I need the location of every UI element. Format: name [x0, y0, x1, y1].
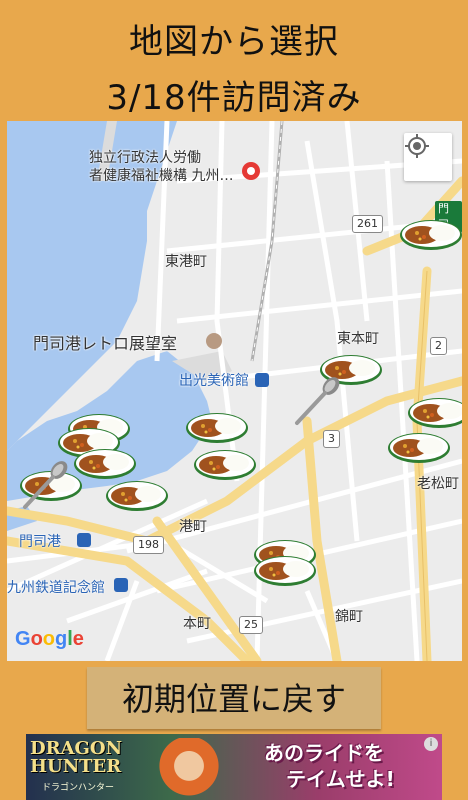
route-shield-198: 198: [133, 536, 164, 554]
curry-rice-marker[interactable]: [399, 215, 462, 251]
spoon-icon: [291, 373, 345, 427]
map-label-higashihonmachi: 東本町: [337, 331, 379, 347]
curry-rice-marker[interactable]: [253, 551, 317, 587]
map-label-facility: 独立行政法人労働 者健康福祉機構 九州…: [89, 150, 234, 184]
route-shield-3: 3: [323, 430, 340, 448]
map-view[interactable]: 独立行政法人労働 者健康福祉機構 九州… 東港町 門司港レトロ展望室 出光美術館…: [7, 121, 462, 661]
route-shield-2: 2: [430, 337, 447, 355]
map-label-railway-museum: 九州鉄道記念館: [7, 580, 105, 596]
ad-logo: DRAGON HUNTER: [30, 738, 123, 777]
ad-text: あのライドを テイムせよ!: [264, 740, 395, 792]
google-logo: Google: [15, 628, 84, 650]
map-label-honmachi: 本町: [183, 616, 211, 632]
route-shield-261: 261: [352, 215, 383, 233]
curry-rice-marker[interactable]: [185, 408, 249, 444]
map-label-retro-tower: 門司港レトロ展望室: [33, 334, 178, 353]
map-label-nishikimachi: 錦町: [335, 609, 363, 625]
map-label-minatomachi: 港町: [179, 519, 207, 535]
route-shield-25: 25: [239, 616, 263, 634]
my-location-button[interactable]: [404, 133, 452, 181]
ad-banner[interactable]: DRAGON HUNTER ドラゴンハンター あのライドを テイムせよ! i: [26, 734, 442, 800]
ad-logo-sub: ドラゴンハンター: [42, 783, 115, 793]
ad-info-icon[interactable]: i: [424, 737, 438, 751]
map-label-idemitsu: 出光美術館: [179, 373, 249, 389]
ad-character-image: [154, 738, 224, 800]
ad-text-line2: テイムせよ!: [286, 767, 395, 791]
map-label-higashiminato: 東港町: [165, 254, 207, 270]
curry-rice-marker[interactable]: [387, 428, 451, 464]
curry-rice-marker[interactable]: [407, 393, 462, 429]
reset-position-button[interactable]: 初期位置に戻す: [87, 667, 381, 729]
my-location-icon: [405, 134, 429, 158]
map-label-mojiko: 門司港: [19, 534, 61, 550]
visit-progress: 3/18件訪問済み: [106, 78, 362, 118]
spoon-icon: [19, 457, 73, 511]
curry-rice-marker[interactable]: [193, 445, 257, 481]
page-title: 地図から選択: [129, 22, 339, 62]
curry-rice-marker[interactable]: [105, 476, 169, 512]
ad-text-line1: あのライドを: [264, 741, 384, 765]
map-label-oimatsu: 老松町: [417, 476, 459, 492]
